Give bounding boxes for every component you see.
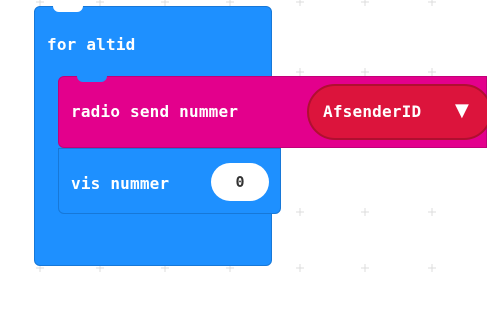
grid-dot	[428, 208, 436, 216]
forever-block-label: for altid	[47, 35, 136, 54]
grid-dot	[361, 264, 369, 272]
grid-dot	[296, 208, 304, 216]
block-notch	[53, 6, 83, 12]
show-number-label: vis nummer	[71, 174, 170, 193]
sender-id-dropdown[interactable]: AfsenderID ▼	[307, 84, 487, 140]
grid-dot	[361, 0, 369, 6]
grid-dot	[428, 0, 436, 6]
radio-send-number-label: radio send nummer	[71, 102, 239, 121]
grid-dot	[361, 68, 369, 76]
dropdown-arrow-icon: ▼	[455, 100, 469, 121]
grid-dot	[296, 0, 304, 6]
grid-dot	[296, 68, 304, 76]
block-notch	[77, 76, 107, 82]
radio-send-number-block[interactable]: radio send nummer AfsenderID ▼	[58, 76, 487, 148]
grid-dot	[428, 264, 436, 272]
grid-dot	[296, 264, 304, 272]
grid-dot	[428, 68, 436, 76]
grid-dot	[361, 208, 369, 216]
show-number-block[interactable]: vis nummer 0	[58, 148, 281, 214]
dropdown-value: AfsenderID	[323, 102, 422, 121]
number-input[interactable]: 0	[211, 163, 269, 201]
